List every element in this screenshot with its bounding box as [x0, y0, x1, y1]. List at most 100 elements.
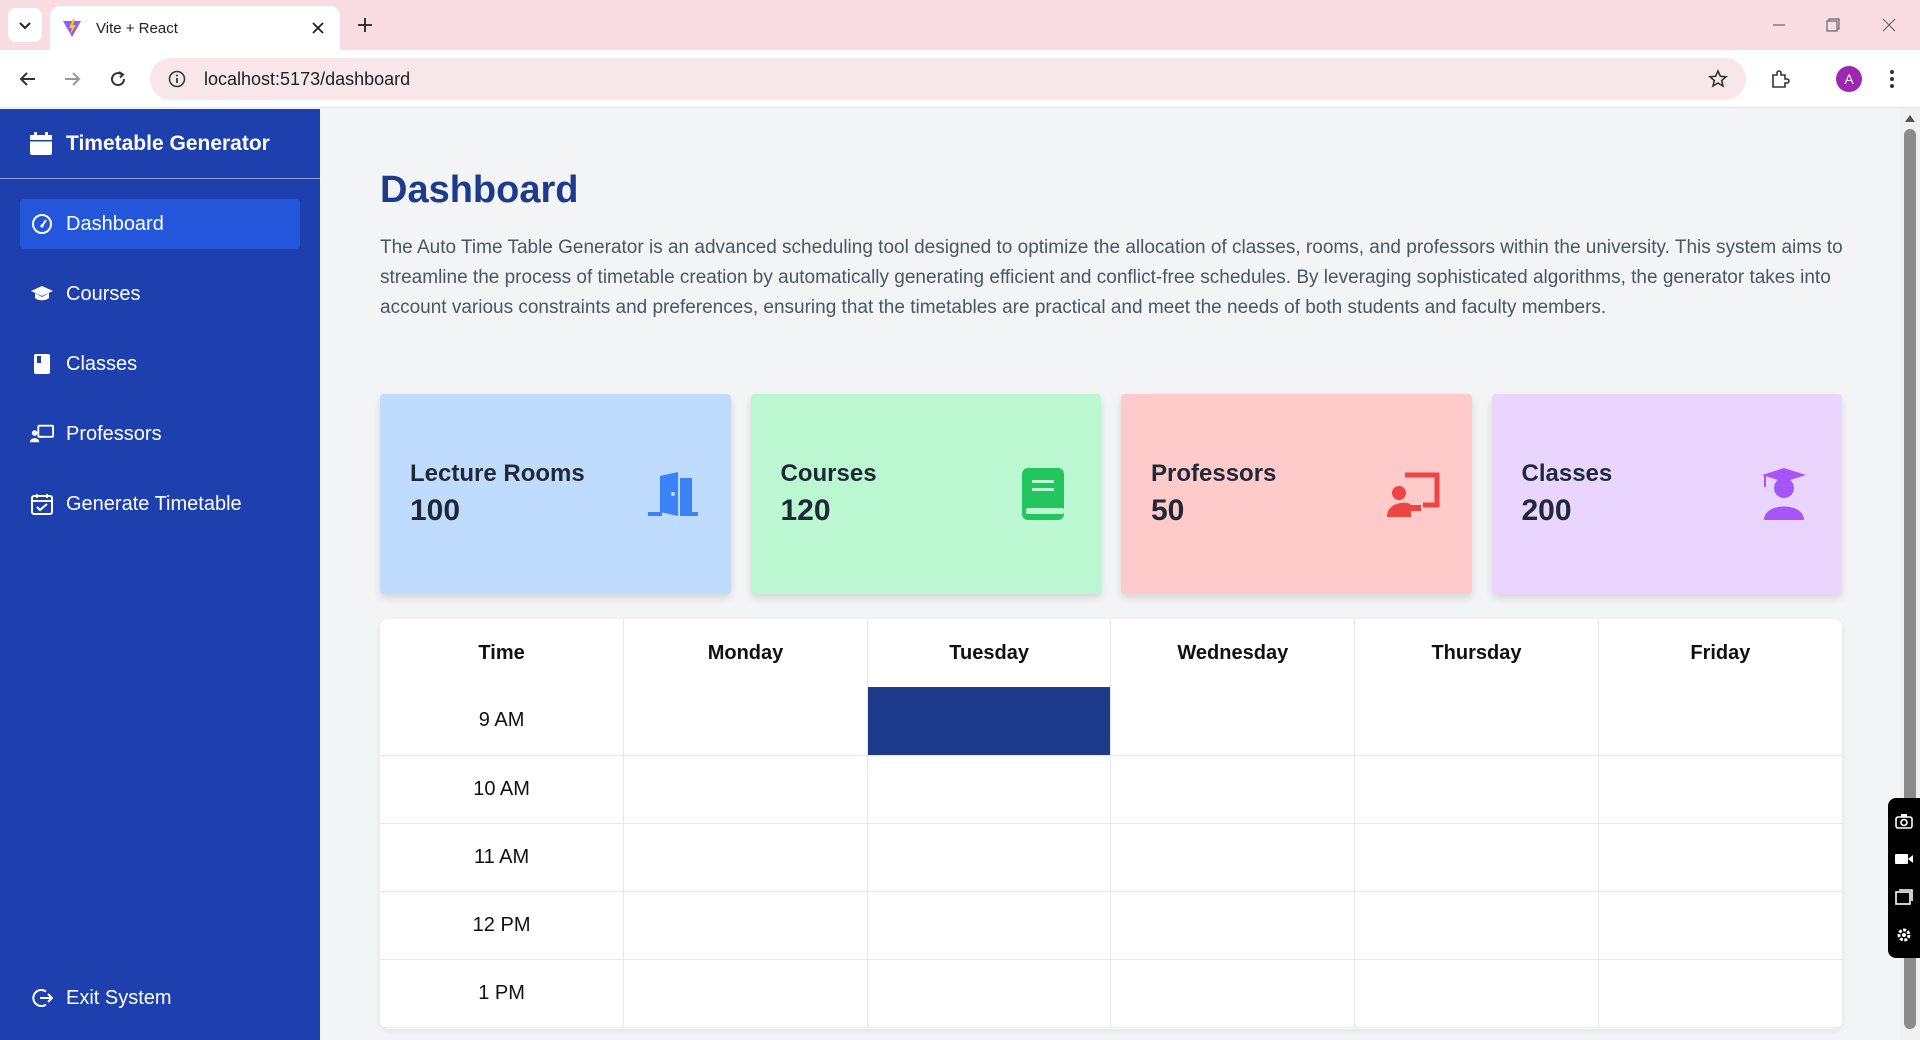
sidebar-item-generate-timetable[interactable]: Generate Timetable [20, 479, 300, 529]
minimize-icon [1773, 24, 1785, 26]
timetable-slot[interactable] [1354, 755, 1599, 824]
timetable-slot[interactable] [867, 959, 1112, 1028]
tab-search-button[interactable] [8, 8, 42, 42]
address-bar[interactable]: localhost:5173/dashboard [150, 58, 1746, 100]
timetable-slot[interactable] [623, 687, 868, 756]
sidebar-nav: Dashboard Courses Classes Professors Gen… [0, 179, 320, 569]
exit-system-button[interactable]: Exit System [30, 986, 172, 1010]
column-header: Tuesday [867, 619, 1112, 687]
reload-button[interactable] [104, 65, 132, 93]
tab-title: Vite + React [96, 19, 178, 37]
camera-icon[interactable] [1893, 810, 1915, 832]
timetable-slot[interactable] [1598, 687, 1842, 756]
stat-card-label: Courses [780, 460, 877, 487]
timetable-slot[interactable] [867, 891, 1112, 960]
sidebar-item-classes[interactable]: Classes [20, 339, 300, 389]
column-header: Wednesday [1110, 619, 1356, 687]
table-row: 11 AM [380, 823, 1842, 892]
logout-icon [30, 986, 54, 1010]
extensions-button[interactable] [1766, 65, 1794, 93]
column-header: Friday [1690, 641, 1751, 664]
timetable-slot[interactable] [1110, 959, 1356, 1028]
minimize-button[interactable] [1766, 12, 1792, 38]
table-row: 12 PM [380, 891, 1842, 960]
timetable-container: Time Monday Tuesday Wednesday Thursday F… [380, 619, 1842, 1029]
browser-tab-bar: Vite + React [0, 0, 1920, 50]
timetable-slot[interactable] [1354, 823, 1599, 892]
tab-close-icon[interactable] [308, 18, 328, 38]
page-title: Dashboard [380, 169, 579, 211]
back-button[interactable] [14, 65, 42, 93]
stat-card-courses: Courses 120 [750, 394, 1101, 594]
chevron-down-icon [19, 22, 31, 30]
video-camera-icon[interactable] [1893, 848, 1915, 870]
restore-icon [1826, 18, 1840, 32]
kebab-menu-icon [1890, 70, 1894, 88]
timetable-slot[interactable] [867, 755, 1112, 824]
arrow-left-icon [19, 72, 35, 86]
timetable-slot[interactable] [1354, 891, 1599, 960]
sidebar-item-professors[interactable]: Professors [20, 409, 300, 459]
window-icon[interactable] [1893, 886, 1915, 908]
close-window-button[interactable] [1876, 12, 1902, 38]
new-tab-button[interactable] [352, 12, 378, 38]
gear-icon[interactable] [1893, 924, 1915, 946]
time-cell: 11 AM [380, 823, 625, 892]
profile-avatar[interactable]: A [1836, 66, 1862, 92]
sidebar-item-label: Dashboard [66, 212, 164, 235]
sidebar-item-courses[interactable]: Courses [20, 269, 300, 319]
site-info-icon[interactable] [168, 70, 186, 88]
sidebar-item-label: Professors [66, 422, 162, 445]
timetable: Time Monday Tuesday Wednesday Thursday F… [380, 619, 1842, 1028]
time-cell: 12 PM [380, 891, 625, 960]
timetable-slot[interactable] [623, 891, 868, 960]
stat-card-value: 100 [410, 494, 461, 527]
bookmark-star-icon[interactable] [1708, 69, 1728, 89]
scroll-up-arrow-icon[interactable] [1905, 115, 1915, 122]
screen-recorder-widget [1888, 798, 1920, 958]
timetable-slot[interactable] [623, 755, 868, 824]
stat-card-value: 50 [1151, 494, 1185, 527]
restore-button[interactable] [1820, 12, 1846, 38]
timetable-slot[interactable] [1354, 687, 1599, 756]
timetable-slot[interactable] [623, 959, 868, 1028]
brand-title: Timetable Generator [66, 131, 270, 155]
timetable-slot[interactable] [1110, 755, 1356, 824]
timetable-header-row: Time Monday Tuesday Wednesday Thursday F… [380, 619, 1842, 687]
door-open-icon [645, 466, 701, 522]
timetable-slot[interactable] [1598, 891, 1842, 960]
timetable-slot[interactable] [623, 823, 868, 892]
stat-card-professors: Professors 50 [1121, 394, 1472, 594]
sidebar-brand[interactable]: Timetable Generator [0, 109, 320, 179]
plus-icon [358, 18, 372, 32]
timetable-slot[interactable] [1598, 755, 1842, 824]
stat-card-value: 200 [1521, 494, 1572, 527]
forward-button[interactable] [58, 65, 86, 93]
vite-logo-icon [63, 19, 81, 37]
book-icon [1015, 466, 1071, 522]
column-header: Time [380, 619, 625, 687]
stat-cards: Lecture Rooms 100 Courses 120 Professors… [380, 394, 1842, 594]
time-cell: 9 AM [380, 687, 625, 756]
timetable-slot[interactable] [1110, 823, 1356, 892]
timetable-slot[interactable] [867, 823, 1112, 892]
main-content: Dashboard The Auto Time Table Generator … [320, 109, 1900, 1040]
timetable-slot[interactable] [1354, 959, 1599, 1028]
sidebar-item-label: Generate Timetable [66, 492, 242, 515]
timetable-slot[interactable] [1110, 687, 1356, 756]
gauge-icon [30, 212, 54, 236]
reload-icon [111, 71, 126, 87]
browser-menu-button[interactable] [1878, 65, 1906, 93]
sidebar-item-label: Courses [66, 282, 141, 305]
table-row: 9 AM [380, 687, 1842, 756]
book-icon [30, 352, 54, 376]
table-row: 1 PM [380, 959, 1842, 1028]
stat-card-label: Lecture Rooms [410, 460, 585, 487]
timetable-slot[interactable] [867, 687, 1112, 756]
timetable-slot[interactable] [1598, 823, 1842, 892]
intro-paragraph: The Auto Time Table Generator is an adva… [380, 237, 1843, 318]
sidebar-item-dashboard[interactable]: Dashboard [20, 199, 300, 249]
timetable-slot[interactable] [1110, 891, 1356, 960]
browser-tab[interactable]: Vite + React [50, 6, 340, 50]
timetable-slot[interactable] [1598, 959, 1842, 1028]
